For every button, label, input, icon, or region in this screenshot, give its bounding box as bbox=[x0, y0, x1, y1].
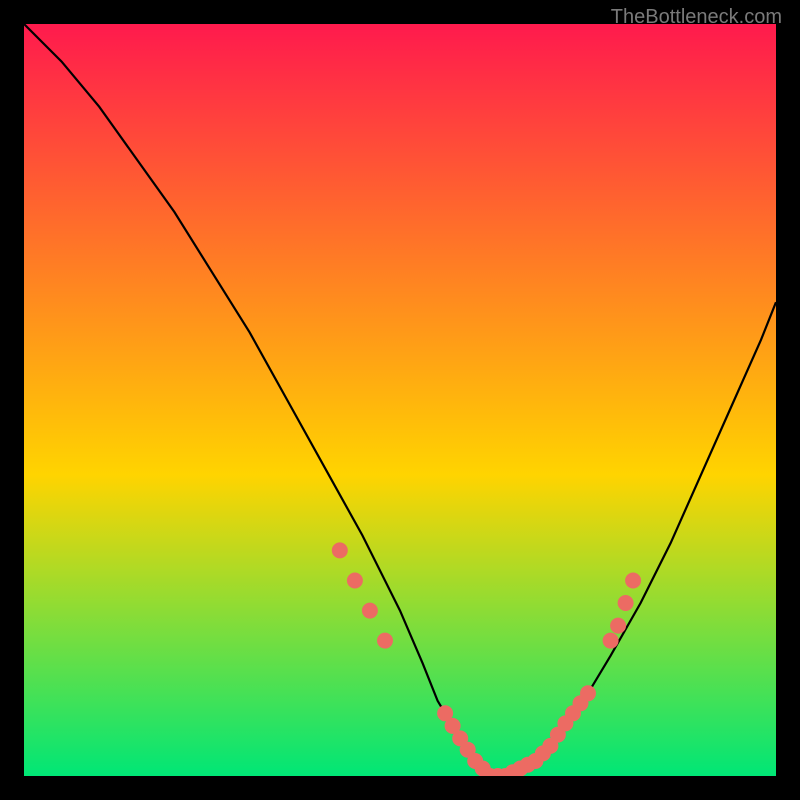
marker-dot bbox=[362, 603, 378, 619]
marker-dot bbox=[625, 573, 641, 589]
marker-dot bbox=[377, 633, 393, 649]
marker-dot bbox=[347, 573, 363, 589]
chart-plot bbox=[24, 24, 776, 776]
gradient-background bbox=[24, 24, 776, 776]
marker-dot bbox=[618, 595, 634, 611]
marker-dot bbox=[603, 633, 619, 649]
marker-dot bbox=[332, 542, 348, 558]
chart-svg bbox=[24, 24, 776, 776]
marker-dot bbox=[610, 618, 626, 634]
watermark-text: TheBottleneck.com bbox=[611, 6, 782, 29]
marker-dot bbox=[580, 685, 596, 701]
